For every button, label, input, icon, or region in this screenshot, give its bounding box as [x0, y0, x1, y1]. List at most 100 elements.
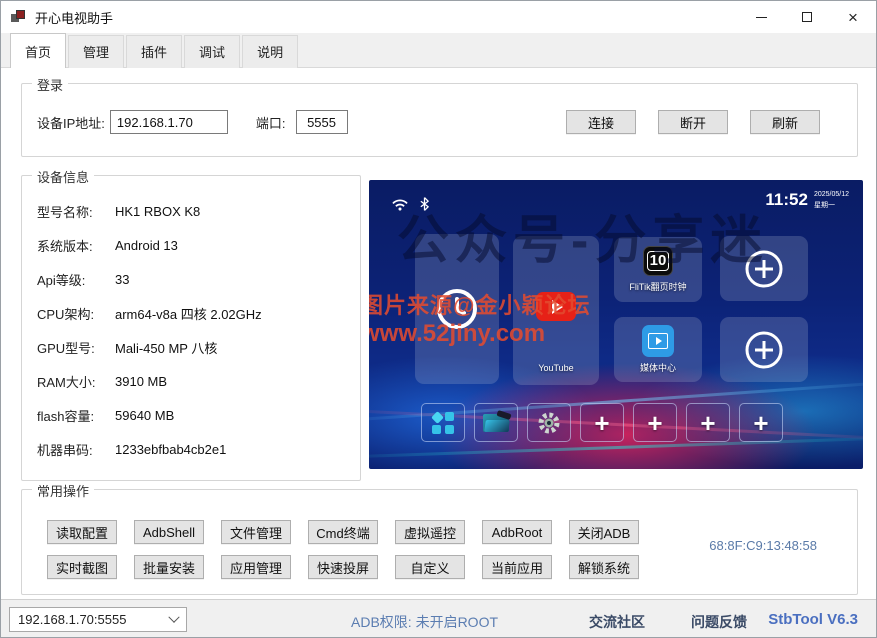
tab-help[interactable]: 说明 — [242, 35, 298, 68]
wifi-icon — [391, 198, 409, 211]
disconnect-button[interactable]: 断开 — [658, 110, 728, 134]
serial-value: 1233ebfbab4cb2e1 — [115, 442, 226, 457]
add-circle-icon — [742, 247, 786, 291]
maximize-icon — [802, 12, 812, 22]
chevron-down-icon — [168, 611, 179, 622]
close-icon: × — [848, 9, 858, 26]
current-app-button[interactable]: 当前应用 — [482, 555, 552, 579]
tv-shortcut-add-2[interactable]: + — [633, 403, 677, 442]
tv-shortcut-apps[interactable] — [421, 403, 465, 442]
custom-button[interactable]: 自定义 — [395, 555, 465, 579]
community-link[interactable]: 交流社区 — [589, 612, 645, 632]
title-bar: 开心电视助手 × — [1, 1, 876, 33]
device-api-row: Api等级:33 — [37, 262, 350, 296]
device-select-value: 192.168.1.70:5555 — [18, 612, 126, 627]
tv-shortcut-row: + + + + — [421, 403, 783, 442]
device-flash-row: flash容量:59640 MB — [37, 398, 350, 432]
model-value: HK1 RBOX K8 — [115, 204, 200, 219]
folder-icon — [483, 414, 509, 432]
tab-home[interactable]: 首页 — [10, 33, 66, 68]
tab-strip: 首页 管理 插件 调试 说明 — [1, 33, 876, 68]
port-label: 端口: — [256, 113, 286, 132]
minimize-button[interactable] — [738, 1, 784, 33]
os-value: Android 13 — [115, 238, 178, 253]
device-serial-row: 机器串码:1233ebfbab4cb2e1 — [37, 432, 350, 466]
window-title: 开心电视助手 — [35, 8, 113, 27]
flitik-badge: 10 — [647, 251, 670, 271]
plus-icon: + — [594, 410, 609, 436]
tv-shortcut-add-4[interactable]: + — [739, 403, 783, 442]
cpu-label: CPU架构: — [37, 304, 115, 323]
tv-date-value: 2025/05/12 — [814, 191, 849, 198]
tv-clock: 11:52 — [765, 190, 808, 211]
gear-icon — [537, 411, 561, 435]
tv-shortcut-files[interactable] — [474, 403, 518, 442]
adb-shell-button[interactable]: AdbShell — [134, 520, 204, 544]
tv-tile-flitik[interactable]: 10 FliTik翻页时钟 — [614, 237, 702, 302]
close-button[interactable]: × — [830, 1, 876, 33]
device-info-groupbox: 设备信息 型号名称:HK1 RBOX K8 系统版本:Android 13 Ap… — [21, 175, 361, 481]
port-input[interactable] — [296, 110, 348, 134]
flash-value: 59640 MB — [115, 408, 174, 423]
maximize-button[interactable] — [784, 1, 830, 33]
connect-button[interactable]: 连接 — [566, 110, 636, 134]
ram-label: RAM大小: — [37, 372, 115, 391]
model-label: 型号名称: — [37, 202, 115, 221]
live-screenshot-button[interactable]: 实时截图 — [47, 555, 117, 579]
app-manager-button[interactable]: 应用管理 — [221, 555, 291, 579]
unlock-system-button[interactable]: 解锁系统 — [569, 555, 639, 579]
version-label: StbTool V6.3 — [768, 611, 858, 628]
tab-plugins[interactable]: 插件 — [126, 35, 182, 68]
read-config-button[interactable]: 读取配置 — [47, 520, 117, 544]
gpu-label: GPU型号: — [37, 338, 115, 357]
tv-shortcut-settings[interactable] — [527, 403, 571, 442]
device-ram-row: RAM大小:3910 MB — [37, 364, 350, 398]
adb-root-button[interactable]: AdbRoot — [482, 520, 552, 544]
flitik-clock-icon: 10 — [643, 246, 673, 276]
device-model-row: 型号名称:HK1 RBOX K8 — [37, 194, 350, 228]
device-select-dropdown[interactable]: 192.168.1.70:5555 — [9, 607, 187, 632]
ip-input[interactable] — [110, 110, 228, 134]
ram-value: 3910 MB — [115, 374, 167, 389]
plus-icon: + — [647, 410, 662, 436]
tab-debug[interactable]: 调试 — [184, 35, 240, 68]
quick-cast-button[interactable]: 快速投屏 — [308, 555, 378, 579]
plus-icon: + — [700, 410, 715, 436]
api-label: Api等级: — [37, 270, 115, 289]
device-info-group-label: 设备信息 — [32, 167, 94, 186]
tv-tile-add-1[interactable] — [720, 236, 808, 301]
tv-tile-youtube[interactable]: YouTube — [513, 236, 599, 385]
tv-clock-block: 11:52 2025/05/12 星期一 — [765, 190, 849, 211]
tab-manage[interactable]: 管理 — [68, 35, 124, 68]
refresh-button[interactable]: 刷新 — [750, 110, 820, 134]
bluetooth-icon — [419, 196, 430, 212]
media-center-icon — [642, 325, 674, 357]
ip-label: 设备IP地址: — [37, 113, 105, 132]
feedback-link[interactable]: 问题反馈 — [691, 612, 747, 632]
virtual-remote-button[interactable]: 虚拟遥控 — [395, 520, 465, 544]
login-group-label: 登录 — [32, 75, 68, 94]
device-os-row: 系统版本:Android 13 — [37, 228, 350, 262]
home-tab-content: 登录 设备IP地址: 端口: 连接 断开 刷新 设备信息 型号名称:HK1 RB… — [1, 69, 876, 599]
tv-screenshot-preview: 公众号-分享迷 图片来源@金小颖论坛 www.52jiny.com 11:52 — [369, 180, 863, 469]
media-center-label: 媒体中心 — [640, 361, 676, 374]
tv-tile-clock-app[interactable] — [415, 234, 499, 384]
adb-permission-status: ADB权限: 未开启ROOT — [351, 612, 498, 632]
clock-app-icon — [434, 286, 480, 332]
flash-label: flash容量: — [37, 406, 115, 425]
close-adb-button[interactable]: 关闭ADB — [569, 520, 639, 544]
mac-address: 68:8F:C9:13:48:58 — [709, 538, 817, 553]
login-groupbox: 登录 设备IP地址: 端口: 连接 断开 刷新 — [21, 83, 858, 157]
apps-grid-icon — [432, 412, 454, 434]
tv-shortcut-add-1[interactable]: + — [580, 403, 624, 442]
tv-tile-media-center[interactable]: 媒体中心 — [614, 317, 702, 382]
flitik-label: FliTik翻页时钟 — [629, 280, 686, 293]
tv-shortcut-add-3[interactable]: + — [686, 403, 730, 442]
tv-tile-add-2[interactable] — [720, 317, 808, 382]
cmd-terminal-button[interactable]: Cmd终端 — [308, 520, 378, 544]
file-manager-button[interactable]: 文件管理 — [221, 520, 291, 544]
batch-install-button[interactable]: 批量安装 — [134, 555, 204, 579]
plus-icon: + — [753, 410, 768, 436]
youtube-label: YouTube — [538, 363, 573, 373]
device-gpu-row: GPU型号:Mali-450 MP 八核 — [37, 330, 350, 364]
